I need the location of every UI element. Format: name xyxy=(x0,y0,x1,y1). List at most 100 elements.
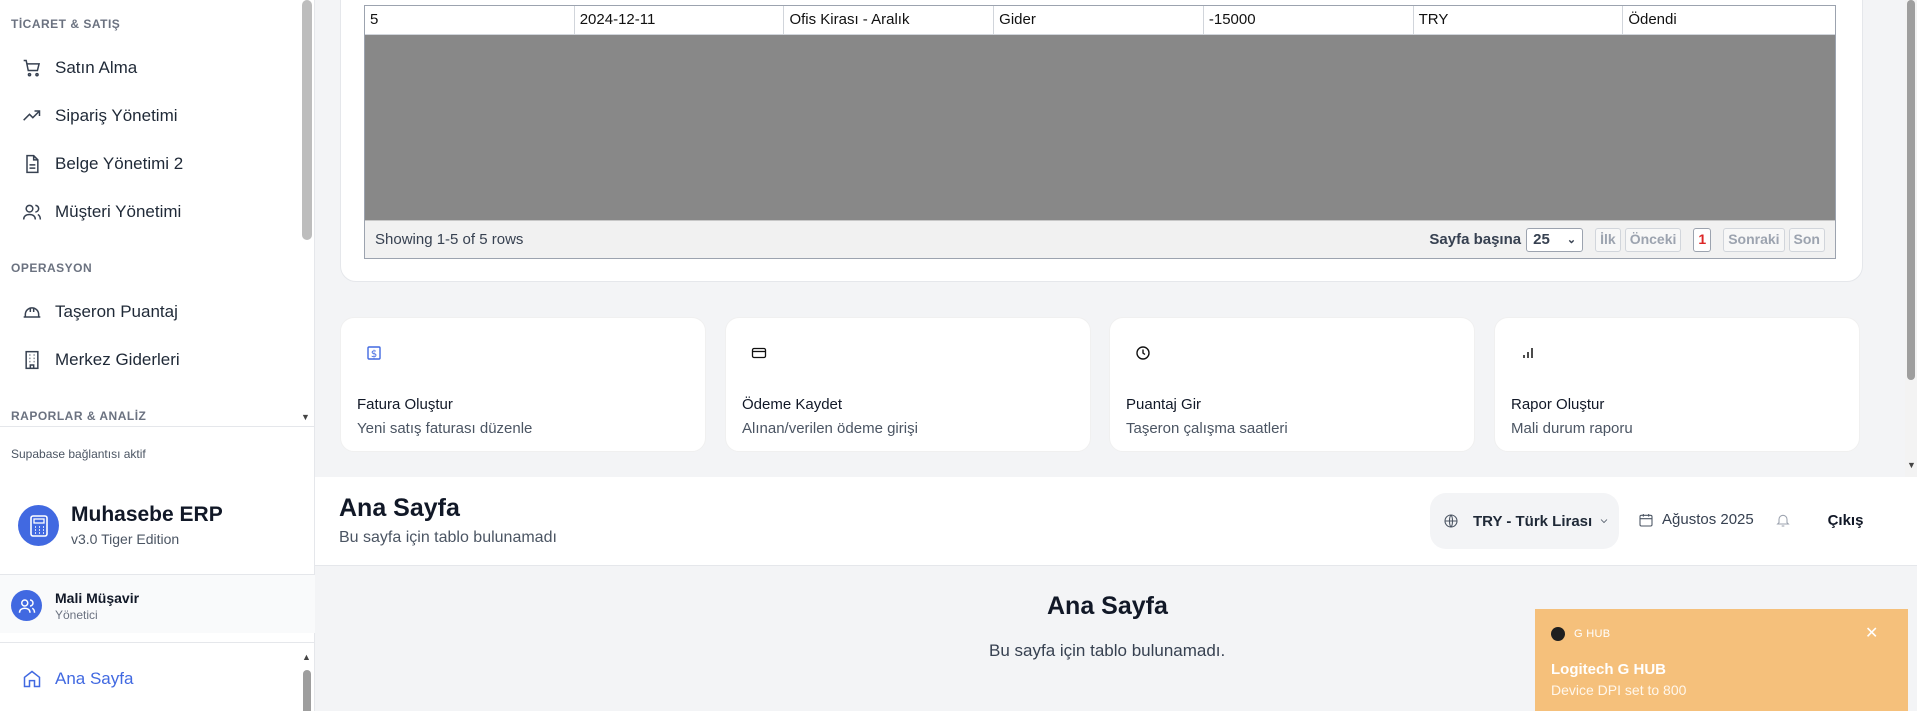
quick-action-title: Fatura Oluştur xyxy=(357,396,453,413)
sidebar-scrolled: TİCARET & SATIŞ Satın Alma Sipariş Yönet… xyxy=(0,0,315,477)
sidebar-item-label: Taşeron Puantaj xyxy=(55,302,178,321)
toast-message: Device DPI set to 800 xyxy=(1551,682,1687,698)
chevron-down-icon: ⌄ xyxy=(1566,234,1577,246)
content-title: Ana Sayfa xyxy=(1047,592,1168,620)
sidebar-item-taseron-puantaj[interactable]: Taşeron Puantaj xyxy=(12,298,178,326)
user-role: Yönetici xyxy=(55,608,98,622)
bell-icon[interactable] xyxy=(1775,512,1791,528)
sidebar-item-label: Belge Yönetimi 2 xyxy=(55,154,184,173)
avatar xyxy=(11,590,42,621)
prev-page-button[interactable]: Önceki xyxy=(1624,227,1682,252)
brand-version: v3.0 Tiger Edition xyxy=(71,531,180,547)
sidebar-item-belge-yonetimi[interactable]: Belge Yönetimi 2 xyxy=(12,150,183,178)
sidebar-item-label: Ana Sayfa xyxy=(55,669,134,688)
per-page-select[interactable]: 25 ⌄ xyxy=(1526,227,1584,252)
table-card: 5 2024-12-11 Ofis Kirası - Aralık Gider … xyxy=(340,0,1863,282)
table-cell: 2024-12-11 xyxy=(575,6,785,34)
g-hub-logo-icon xyxy=(1551,627,1565,641)
chevron-down-icon xyxy=(1600,519,1608,524)
trending-up-icon xyxy=(23,110,41,121)
close-icon[interactable]: ✕ xyxy=(1865,623,1878,643)
scroll-up-arrow-icon[interactable]: ▲ xyxy=(302,652,311,662)
currency-selector[interactable]: TRY - Türk Lirası xyxy=(1430,493,1619,549)
globe-icon xyxy=(1444,514,1458,528)
currency-label: TRY - Türk Lirası xyxy=(1473,512,1593,530)
user-profile[interactable]: Mali Müşavir Yönetici xyxy=(0,575,315,633)
cart-icon xyxy=(23,59,41,77)
quick-action-create-invoice[interactable]: $ Fatura Oluştur Yeni satış faturası düz… xyxy=(340,317,706,452)
user-name: Mali Müşavir xyxy=(55,590,140,606)
sidebar-item-label: Satın Alma xyxy=(55,58,138,77)
table-footer: Showing 1-5 of 5 rows Sayfa başına 25 ⌄ … xyxy=(365,220,1835,258)
logout-button[interactable]: Çıkış xyxy=(1814,501,1877,539)
page-subtitle: Bu sayfa için tablo bulunamadı xyxy=(339,529,557,546)
page-scrollbar[interactable]: ▼ xyxy=(1905,0,1917,477)
quick-action-title: Rapor Oluştur xyxy=(1511,396,1605,413)
invoice-icon: $ xyxy=(367,346,381,360)
top-header: Ana Sayfa Bu sayfa için tablo bulunamadı… xyxy=(315,477,1917,566)
quick-action-enter-timesheet[interactable]: Puantaj Gir Taşeron çalışma saatleri xyxy=(1109,317,1475,452)
notification-toast[interactable]: G HUB ✕ Logitech G HUB Device DPI set to… xyxy=(1535,609,1908,711)
table-cell: Ödendi xyxy=(1628,11,1677,28)
svg-text:$: $ xyxy=(371,349,377,360)
sidebar-section-title: OPERASYON xyxy=(11,261,93,275)
per-page-value: 25 xyxy=(1533,231,1550,248)
row-count-text: Showing 1-5 of 5 rows xyxy=(375,231,524,248)
quick-action-create-report[interactable]: Rapor Oluştur Mali durum raporu xyxy=(1494,317,1860,452)
last-page-button[interactable]: Son xyxy=(1788,227,1825,252)
page-title: Ana Sayfa xyxy=(339,494,460,522)
table-cell: -15000 xyxy=(1204,6,1414,34)
next-page-button[interactable]: Sonraki xyxy=(1723,227,1785,252)
sidebar-item-musteri-yonetimi[interactable]: Müşteri Yönetimi xyxy=(12,198,181,226)
first-page-button[interactable]: İlk xyxy=(1595,227,1621,252)
sidebar-item-label: Sipariş Yönetimi xyxy=(55,106,178,125)
document-icon xyxy=(26,154,39,174)
table-cell: Ofis Kirası - Aralık xyxy=(784,6,995,34)
hard-hat-icon xyxy=(23,307,41,318)
sidebar-item-label: Merkez Giderleri xyxy=(55,350,180,369)
sidebar-section-title: TİCARET & SATIŞ xyxy=(11,17,121,31)
divider xyxy=(0,642,315,643)
sidebar-item-merkez-giderleri[interactable]: Merkez Giderleri xyxy=(12,346,180,374)
date-picker[interactable]: Ağustos 2025 xyxy=(1638,511,1754,528)
quick-action-subtitle: Yeni satış faturası düzenle xyxy=(357,420,533,437)
sidebar-item-label: Müşteri Yönetimi xyxy=(55,202,182,221)
data-table: 5 2024-12-11 Ofis Kirası - Aralık Gider … xyxy=(364,5,1836,259)
clock-icon xyxy=(1136,346,1150,360)
quick-action-record-payment[interactable]: Ödeme Kaydet Alınan/verilen ödeme girişi xyxy=(725,317,1091,452)
brand-name: Muhasebe ERP xyxy=(71,503,223,526)
bar-chart-icon xyxy=(1523,348,1533,358)
calculator-logo-icon xyxy=(18,505,59,546)
building-icon xyxy=(25,350,39,370)
toast-title: Logitech G HUB xyxy=(1551,661,1666,678)
table-cell: Gider xyxy=(994,6,1204,34)
sidebar-scrollbar[interactable]: ▲ xyxy=(302,652,312,711)
current-page-button[interactable]: 1 xyxy=(1693,227,1712,252)
home-icon xyxy=(23,670,41,688)
sidebar-item-siparis-yonetimi[interactable]: Sipariş Yönetimi xyxy=(12,102,178,130)
scrollbar-thumb[interactable] xyxy=(303,670,311,711)
calendar-icon xyxy=(1639,513,1653,527)
scroll-down-arrow-icon[interactable]: ▼ xyxy=(301,412,310,422)
sidebar-scrollbar[interactable] xyxy=(302,0,312,240)
divider xyxy=(0,426,315,427)
table-cell: TRY xyxy=(1414,6,1624,34)
scroll-down-arrow-icon[interactable]: ▼ xyxy=(1907,460,1916,470)
quick-action-subtitle: Taşeron çalışma saatleri xyxy=(1126,420,1288,437)
main-scrolled: 5 2024-12-11 Ofis Kirası - Aralık Gider … xyxy=(315,0,1900,477)
sidebar-item-satin-alma[interactable]: Satın Alma xyxy=(12,54,137,82)
table-row[interactable]: 5 2024-12-11 Ofis Kirası - Aralık Gider … xyxy=(365,6,1835,35)
quick-action-subtitle: Mali durum raporu xyxy=(1511,420,1633,437)
scrollbar-thumb[interactable] xyxy=(1907,0,1915,380)
per-page-label: Sayfa başına xyxy=(1429,231,1522,248)
credit-card-icon xyxy=(751,347,767,359)
quick-action-subtitle: Alınan/verilen ödeme girişi xyxy=(742,420,918,437)
sidebar-section-title: RAPORLAR & ANALİZ xyxy=(11,409,147,423)
date-label: Ağustos 2025 xyxy=(1662,511,1754,528)
users-icon xyxy=(22,204,42,220)
quick-action-title: Ödeme Kaydet xyxy=(742,396,843,413)
toast-app-name: G HUB xyxy=(1574,628,1611,640)
sidebar-item-ana-sayfa[interactable]: Ana Sayfa xyxy=(22,669,133,689)
connection-status: Supabase bağlantısı aktif xyxy=(11,447,146,461)
empty-state-message: Bu sayfa için tablo bulunamadı. xyxy=(989,641,1226,660)
